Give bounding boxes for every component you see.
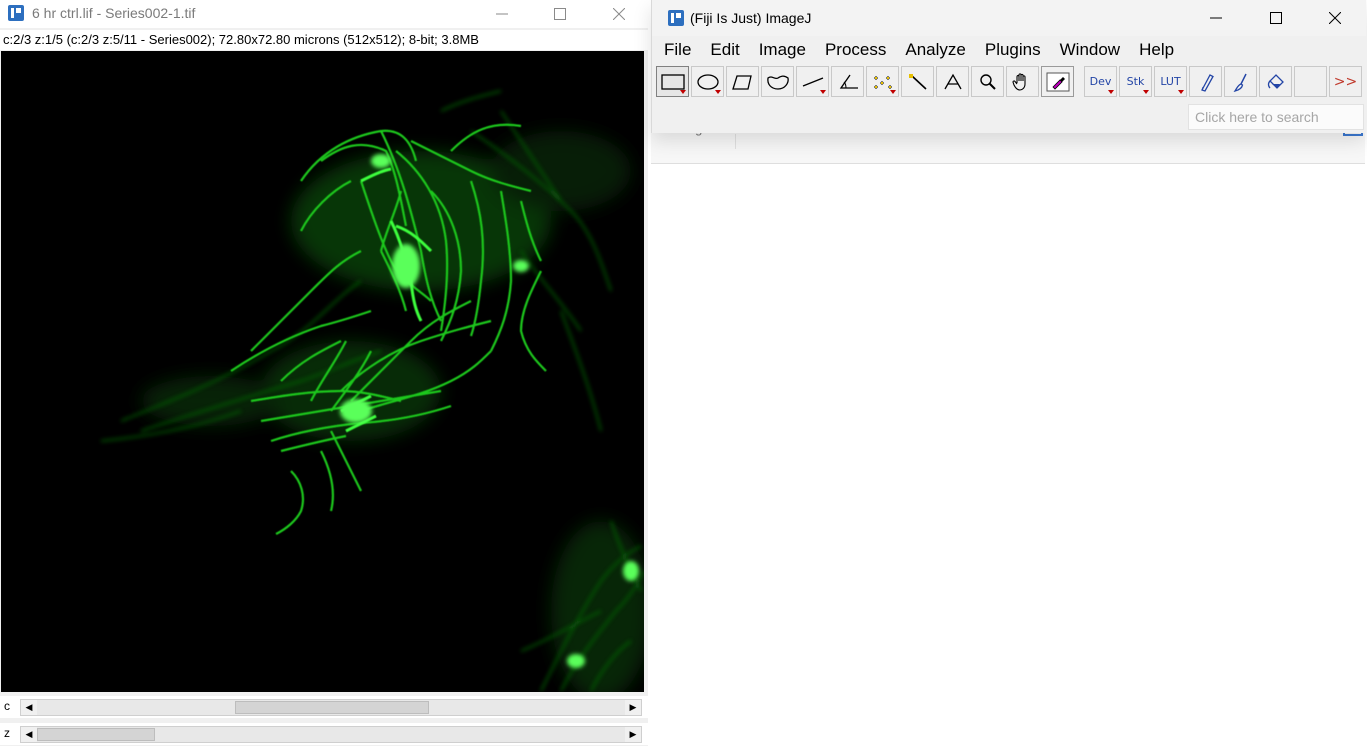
pencil-icon [1200, 73, 1214, 92]
maximize-icon [554, 8, 566, 20]
magnifier-icon [979, 73, 996, 90]
fiji-minimize-button[interactable] [1193, 4, 1239, 32]
menu-analyze[interactable]: Analyze [894, 38, 973, 62]
fiji-titlebar[interactable]: (Fiji Is Just) ImageJ [652, 0, 1366, 36]
channel-scrollbar-row: c ◀ ▶ [0, 696, 648, 718]
minimize-button[interactable] [479, 0, 525, 28]
menu-image[interactable]: Image [748, 38, 814, 62]
angle-icon [839, 74, 858, 89]
scroll-left-arrow-icon[interactable]: ◀ [21, 700, 37, 715]
submenu-indicator-icon [715, 90, 721, 94]
polygon-tool[interactable] [726, 66, 759, 97]
submenu-indicator-icon [1178, 90, 1184, 94]
background-window-strip [651, 133, 1365, 164]
maximize-button[interactable] [537, 0, 583, 28]
channel-scroll-thumb[interactable] [235, 701, 429, 714]
menu-file[interactable]: File [652, 38, 699, 62]
image-canvas[interactable] [1, 51, 644, 692]
fiji-close-button[interactable] [1312, 4, 1358, 32]
submenu-indicator-icon [680, 90, 686, 94]
channel-scrollbar[interactable]: ◀ ▶ [20, 699, 642, 716]
image-window-title: 6 hr ctrl.lif - Series002-1.tif [32, 5, 196, 21]
scroll-left-arrow-icon[interactable]: ◀ [21, 727, 37, 742]
lut-menu-tool[interactable]: LUT [1154, 66, 1187, 97]
maximize-icon [1270, 12, 1282, 24]
menu-help[interactable]: Help [1128, 38, 1182, 62]
freehand-icon [766, 74, 789, 90]
fluorescence-image [1, 51, 644, 692]
hand-icon [1011, 72, 1026, 91]
pencil-tool[interactable] [1189, 66, 1222, 97]
oval-icon [696, 73, 719, 90]
image-info-bar: c:2/3 z:1/5 (c:2/3 z:5/11 - Series002); … [0, 30, 651, 50]
image-window: 6 hr ctrl.lif - Series002-1.tif c:2/3 z:… [0, 0, 651, 746]
fiji-maximize-button[interactable] [1253, 4, 1299, 32]
wand-tool[interactable] [901, 66, 934, 97]
polygon-icon [731, 74, 752, 90]
line-tool[interactable] [796, 66, 829, 97]
stk-menu-tool[interactable]: Stk [1119, 66, 1152, 97]
dev-menu-tool[interactable]: Dev [1084, 66, 1117, 97]
close-icon [1329, 12, 1341, 24]
submenu-indicator-icon [820, 90, 826, 94]
search-input[interactable]: Click here to search [1188, 104, 1364, 130]
zoom-tool[interactable] [971, 66, 1004, 97]
scroll-right-arrow-icon[interactable]: ▶ [625, 700, 641, 715]
slice-scroll-thumb[interactable] [37, 728, 155, 741]
angle-tool[interactable] [831, 66, 864, 97]
color-picker-tool[interactable] [1041, 66, 1074, 97]
rectangle-icon [660, 73, 685, 90]
more-tools-icon: >> [1333, 73, 1358, 90]
channel-label: c [4, 699, 10, 713]
fiji-app-icon [668, 10, 684, 26]
brush-icon [1233, 73, 1247, 92]
text-tool[interactable] [936, 66, 969, 97]
flood-fill-tool[interactable] [1259, 66, 1292, 97]
minimize-icon [1210, 17, 1222, 19]
menu-window[interactable]: Window [1049, 38, 1128, 62]
brush-tool[interactable] [1224, 66, 1257, 97]
line-icon [802, 76, 823, 87]
multipoint-icon [873, 75, 892, 89]
background-divider [735, 134, 736, 149]
close-icon [613, 8, 625, 20]
text-icon [943, 73, 962, 89]
more-tools-button[interactable]: >> [1329, 66, 1362, 97]
submenu-indicator-icon [890, 90, 896, 94]
slice-scrollbar[interactable]: ◀ ▶ [20, 726, 642, 743]
imagej-app-icon [8, 5, 24, 21]
minimize-icon [496, 13, 508, 15]
close-button[interactable] [596, 0, 642, 28]
slice-label: z [4, 726, 10, 740]
stk-label: Stk [1126, 75, 1145, 88]
lut-label: LUT [1160, 75, 1181, 88]
rectangle-tool[interactable] [656, 66, 689, 97]
scroll-right-arrow-icon[interactable]: ▶ [625, 727, 641, 742]
paint-bucket-icon [1267, 73, 1284, 89]
wand-icon [908, 73, 927, 90]
slice-scrollbar-row: z ◀ ▶ [0, 723, 648, 745]
dropper-icon [1046, 72, 1069, 91]
dev-label: Dev [1089, 75, 1112, 88]
fiji-window-title: (Fiji Is Just) ImageJ [690, 10, 812, 26]
image-window-titlebar[interactable]: 6 hr ctrl.lif - Series002-1.tif [0, 0, 648, 28]
submenu-indicator-icon [1108, 90, 1114, 94]
fiji-toolbar: Dev Stk LUT >> [656, 66, 1364, 98]
menu-process[interactable]: Process [814, 38, 894, 62]
oval-tool[interactable] [691, 66, 724, 97]
freehand-tool[interactable] [761, 66, 794, 97]
empty-tool-slot [1294, 66, 1327, 97]
menu-edit[interactable]: Edit [699, 38, 747, 62]
fiji-main-window: (Fiji Is Just) ImageJ File Edit Image Pr… [651, 0, 1366, 133]
hand-tool[interactable] [1006, 66, 1039, 97]
point-tool[interactable] [866, 66, 899, 97]
fiji-menubar: File Edit Image Process Analyze Plugins … [652, 38, 1182, 62]
menu-plugins[interactable]: Plugins [974, 38, 1049, 62]
submenu-indicator-icon [1143, 90, 1149, 94]
